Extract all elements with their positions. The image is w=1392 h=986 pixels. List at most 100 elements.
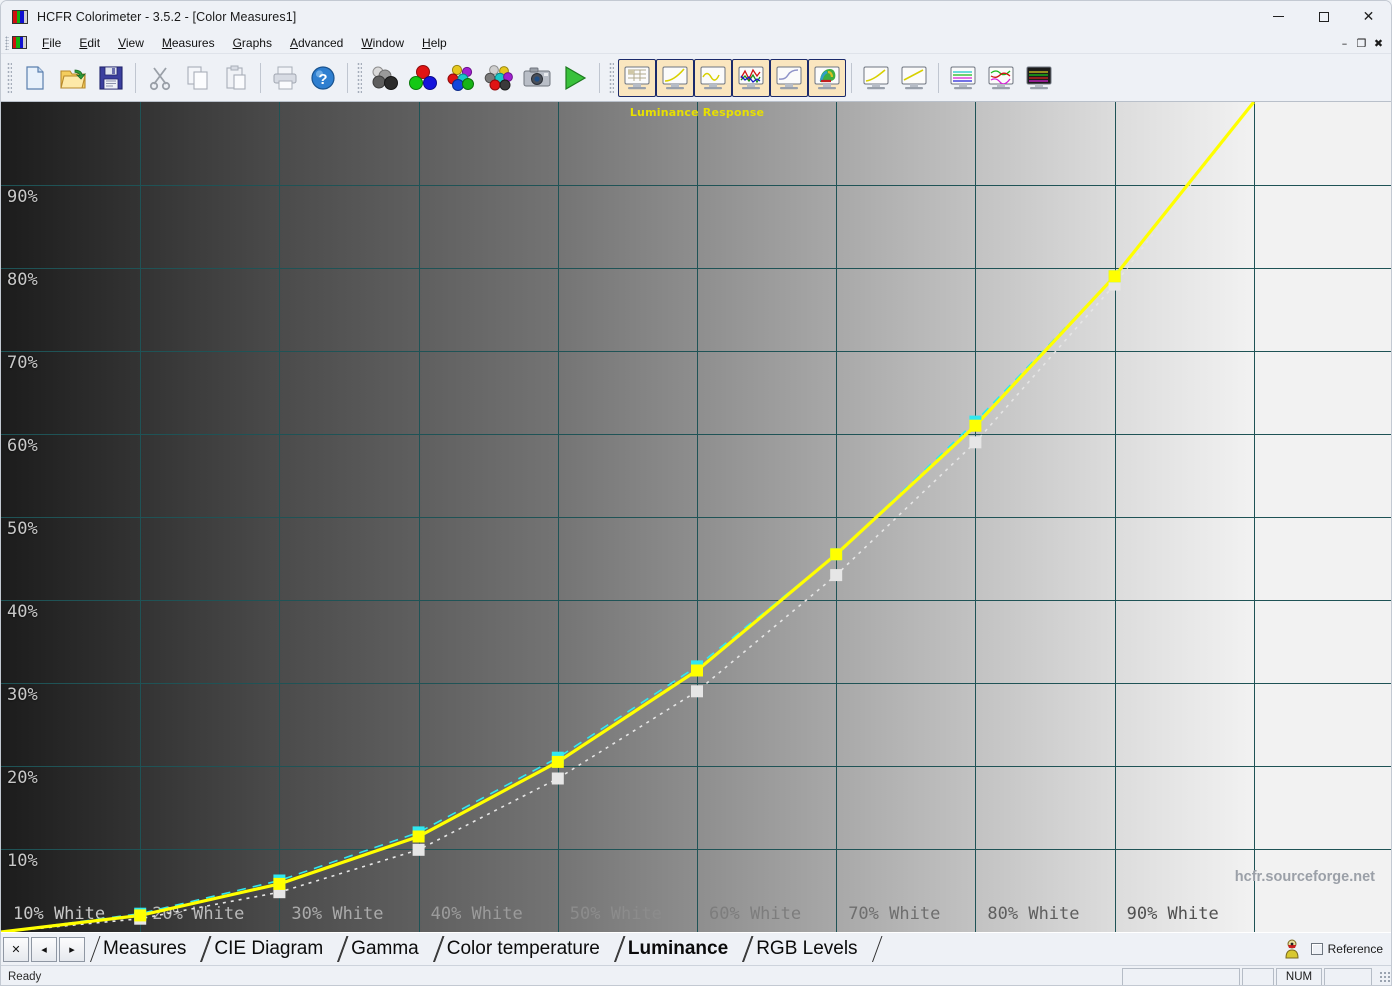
menu-item-window-label: indow <box>372 35 405 50</box>
tab-strip: ✕ ◂ ▸ Measures CIE Diagram Gamma Color temp… <box>1 932 1391 965</box>
toolbar-separator <box>135 62 136 93</box>
menu-item-advanced[interactable]: Advanced <box>281 34 352 52</box>
mdi-close-button[interactable]: ✖ <box>1370 34 1387 52</box>
status-bar: Ready NUM <box>1 965 1391 985</box>
menu-item-graphs[interactable]: Graphs <box>224 34 281 52</box>
menu-bar: File Edit View Measures Graphs Advanced … <box>1 32 1391 54</box>
reference-checkbox-group[interactable]: Reference <box>1310 942 1383 956</box>
toolbar-grip-handle[interactable] <box>357 61 362 94</box>
tab-luminance[interactable]: Luminance <box>612 933 740 965</box>
tab-edge-left <box>431 933 445 965</box>
save-document-button[interactable] <box>92 59 130 97</box>
view-color-temp-button[interactable] <box>694 58 732 97</box>
tab-label: Luminance <box>627 938 729 959</box>
status-panes: NUM <box>1122 967 1376 985</box>
run-continuous-button[interactable] <box>556 59 594 97</box>
target-person-icon[interactable] <box>1283 939 1301 959</box>
mdi-restore-button[interactable]: ❐ <box>1353 34 1370 52</box>
graph-luminance-button[interactable] <box>857 59 895 97</box>
chart-plot-area <box>1 102 1256 932</box>
cut-button[interactable] <box>141 59 179 97</box>
data-point-marker <box>134 909 147 922</box>
minimize-button[interactable] <box>1256 1 1301 32</box>
data-point-marker <box>1108 270 1121 283</box>
graph-rgb-wave-button[interactable] <box>982 59 1020 97</box>
graph-rgb-full-button[interactable] <box>1020 59 1058 97</box>
measure-grayscale-button[interactable] <box>366 59 404 97</box>
data-point-marker <box>830 548 843 561</box>
new-document-icon <box>26 65 44 90</box>
status-message: Ready <box>8 971 42 983</box>
view-cie-diagram-button[interactable] <box>808 58 846 97</box>
minimize-icon <box>1273 16 1284 17</box>
tab-edge-left <box>740 933 754 965</box>
open-document-button[interactable] <box>54 59 92 97</box>
open-folder-icon <box>60 69 87 89</box>
reference-checkbox[interactable] <box>1310 943 1323 955</box>
series-line-reference-luminance <box>1 102 1255 932</box>
graph-rgb-flat-button[interactable] <box>944 59 982 97</box>
tab-edge-left <box>335 933 349 965</box>
measure-primaries-button[interactable] <box>404 59 442 97</box>
title-bar: HCFR Colorimeter - 3.5.2 - [Color Measur… <box>1 1 1391 32</box>
graph-gamma-button[interactable] <box>895 59 933 97</box>
menu-item-edit-label: dit <box>87 35 101 50</box>
new-document-button[interactable] <box>16 59 54 97</box>
close-button[interactable]: ✕ <box>1346 1 1391 32</box>
menu-item-window[interactable]: Window <box>352 34 413 52</box>
luminance-chart[interactable]: Luminance Response 10% 20% 30% 40% 50% 60% 70%… <box>1 102 1391 932</box>
print-button[interactable] <box>266 59 304 97</box>
menu-grip-handle[interactable] <box>5 35 9 50</box>
view-gamma-button[interactable] <box>656 58 694 97</box>
mdi-child-icon[interactable] <box>12 36 27 49</box>
toolbar-separator <box>938 62 939 93</box>
window-controls: ✕ <box>1256 1 1391 32</box>
tab-next-button[interactable]: ▸ <box>59 936 85 962</box>
data-point-marker <box>691 664 703 677</box>
tab-rgb-levels[interactable]: RGB Levels <box>740 933 869 965</box>
copy-button[interactable] <box>179 59 217 97</box>
tab-close-button[interactable]: ✕ <box>3 936 29 962</box>
data-point-marker <box>551 755 564 768</box>
toolbar-grip-handle[interactable] <box>609 61 614 94</box>
tab-prev-button[interactable]: ◂ <box>31 936 57 962</box>
menu-item-help-label: elp <box>430 35 447 50</box>
tab-label: RGB Levels <box>756 938 858 959</box>
monitor-softcurve-icon <box>776 66 802 89</box>
menu-item-edit[interactable]: Edit <box>70 34 109 52</box>
application-window: HCFR Colorimeter - 3.5.2 - [Color Measur… <box>0 0 1392 986</box>
menu-item-help[interactable]: Help <box>413 34 456 52</box>
paste-button[interactable] <box>217 59 255 97</box>
grayscale-spheres-icon <box>372 66 398 90</box>
mdi-minimize-button[interactable]: – <box>1336 34 1353 52</box>
tab-label: CIE Diagram <box>214 938 324 959</box>
maximize-button[interactable] <box>1301 1 1346 32</box>
tab-measures[interactable]: Measures <box>87 933 198 965</box>
tab-cie-diagram[interactable]: CIE Diagram <box>198 933 335 965</box>
camera-icon <box>523 67 551 86</box>
question-help-icon: ? <box>311 65 335 90</box>
menu-item-measures[interactable]: Measures <box>153 34 224 52</box>
measure-full-button[interactable] <box>480 59 518 97</box>
view-luminance-button[interactable] <box>770 58 808 97</box>
menu-item-graphs-label: raphs <box>241 35 272 50</box>
toolbar-separator <box>599 62 600 93</box>
menu-item-file[interactable]: File <box>33 34 70 52</box>
tab-nav-buttons: ✕ ◂ ▸ <box>1 933 87 965</box>
resize-gripper[interactable] <box>1379 971 1391 983</box>
monitor-rgb-full-icon <box>1026 66 1052 89</box>
monitor-rgb-wave-icon <box>988 66 1014 89</box>
menu-item-view[interactable]: View <box>109 34 153 52</box>
tab-color-temperature[interactable]: Color temperature <box>431 933 612 965</box>
view-rgb-levels-button[interactable] <box>732 58 770 97</box>
svg-text:?: ? <box>318 71 327 88</box>
view-measures-grid-button[interactable] <box>618 58 656 97</box>
tab-edge-left <box>612 933 626 965</box>
tab-gamma[interactable]: Gamma <box>335 933 431 965</box>
help-button[interactable]: ? <box>304 59 342 97</box>
tab-list: Measures CIE Diagram Gamma Color temperatur… <box>87 933 870 965</box>
toolbar-grip-handle[interactable] <box>7 61 12 94</box>
menu-item-measures-label: easures <box>171 35 215 50</box>
measure-saturations-button[interactable] <box>442 59 480 97</box>
single-measure-button[interactable] <box>518 59 556 97</box>
